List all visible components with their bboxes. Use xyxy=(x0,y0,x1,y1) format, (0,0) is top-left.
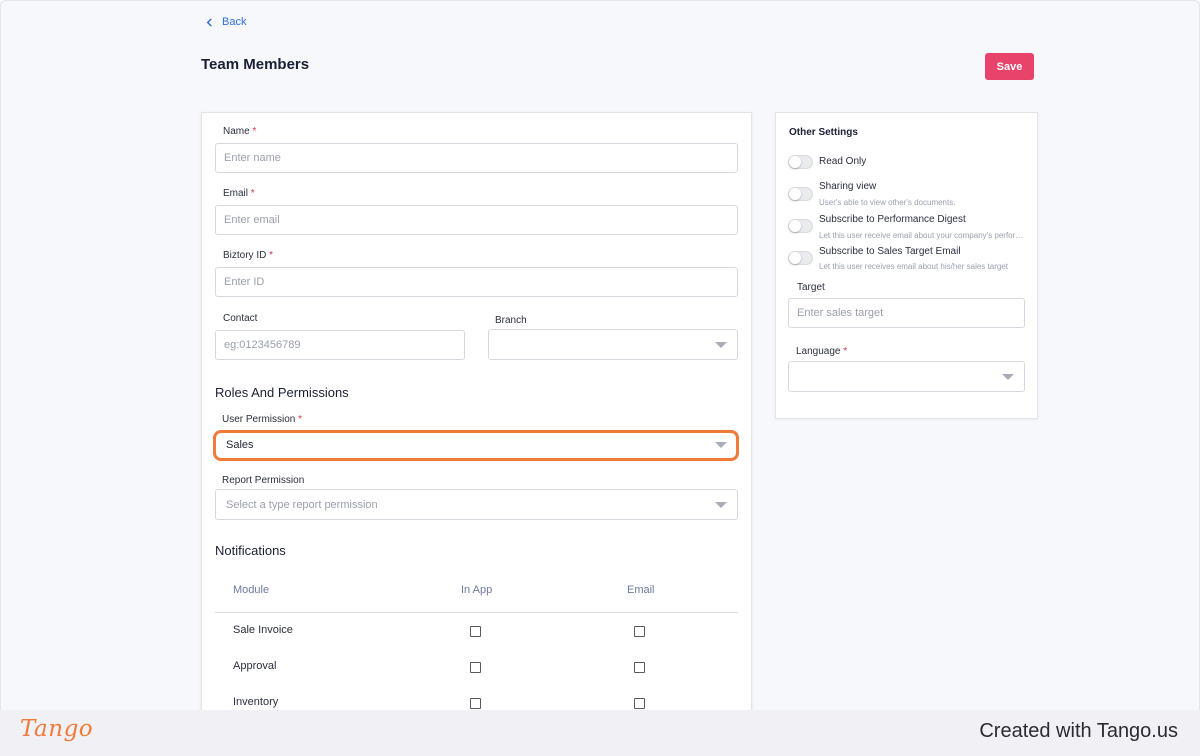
sales-target-email-label: Subscribe to Sales Target Email xyxy=(819,246,961,257)
chevron-down-icon xyxy=(715,502,727,508)
branch-select[interactable] xyxy=(488,329,738,360)
in-app-checkbox[interactable] xyxy=(470,626,481,637)
contact-label: Contact xyxy=(223,313,258,324)
report-permission-label: Report Permission xyxy=(222,475,305,486)
column-header-in-app: In App xyxy=(461,584,493,596)
performance-digest-description: Let this user receive email about your c… xyxy=(819,231,1025,240)
table-row-module: Sale Invoice xyxy=(233,624,293,636)
name-input[interactable]: Enter name xyxy=(215,143,738,173)
chevron-down-icon xyxy=(1002,374,1014,380)
biztory-id-input[interactable]: Enter ID xyxy=(215,267,738,297)
contact-input[interactable]: eg:0123456789 xyxy=(215,330,465,360)
member-form-card xyxy=(201,112,752,710)
chevron-down-icon xyxy=(715,342,727,348)
performance-digest-label: Subscribe to Performance Digest xyxy=(819,214,966,225)
other-settings-title: Other Settings xyxy=(789,127,858,138)
sales-target-email-toggle[interactable] xyxy=(788,251,813,265)
created-with-text: Created with Tango.us xyxy=(979,720,1178,742)
biztory-id-label: Biztory ID * xyxy=(223,250,274,261)
sharing-view-label: Sharing view xyxy=(819,181,877,192)
user-permission-label: User Permission * xyxy=(222,414,303,425)
sharing-view-description: User's able to view other's documents. xyxy=(819,198,956,207)
email-checkbox[interactable] xyxy=(634,662,645,673)
language-label: Language * xyxy=(796,346,848,357)
user-permission-select[interactable]: Sales xyxy=(215,431,738,459)
page-title: Team Members xyxy=(201,56,310,73)
back-link[interactable]: Back xyxy=(205,16,246,28)
table-row-module: Inventory xyxy=(233,696,279,708)
sharing-view-toggle[interactable] xyxy=(788,187,813,201)
name-label: Name * xyxy=(223,126,257,137)
read-only-label: Read Only xyxy=(819,156,867,167)
user-permission-value: Sales xyxy=(226,439,254,451)
column-header-module: Module xyxy=(233,584,270,596)
email-label: Email * xyxy=(223,188,255,199)
app-frame: Back Team Members Save Name * Enter name… xyxy=(0,0,1200,710)
report-permission-select[interactable]: Select a type report permission xyxy=(215,489,738,520)
column-header-email: Email xyxy=(627,584,655,596)
target-input[interactable]: Enter sales target xyxy=(788,298,1025,328)
email-checkbox[interactable] xyxy=(634,698,645,709)
save-button[interactable]: Save xyxy=(985,53,1034,80)
in-app-checkbox[interactable] xyxy=(470,662,481,673)
language-select[interactable] xyxy=(788,361,1025,392)
branch-label: Branch xyxy=(495,315,527,326)
performance-digest-toggle[interactable] xyxy=(788,219,813,233)
in-app-checkbox[interactable] xyxy=(470,698,481,709)
report-permission-placeholder: Select a type report permission xyxy=(226,498,378,511)
table-row-module: Approval xyxy=(233,660,277,672)
email-checkbox[interactable] xyxy=(634,626,645,637)
email-input[interactable]: Enter email xyxy=(215,205,738,235)
notifications-section-title: Notifications xyxy=(215,543,286,558)
read-only-toggle[interactable] xyxy=(788,155,813,169)
roles-section-title: Roles And Permissions xyxy=(215,385,349,400)
target-label: Target xyxy=(797,282,825,293)
sales-target-email-description: Let this user receives email about his/h… xyxy=(819,262,1008,271)
chevron-left-icon xyxy=(206,17,212,27)
back-label[interactable]: Back xyxy=(222,16,246,28)
tango-logo: Tango xyxy=(20,716,94,742)
table-divider xyxy=(215,612,738,613)
chevron-down-icon xyxy=(715,442,727,448)
